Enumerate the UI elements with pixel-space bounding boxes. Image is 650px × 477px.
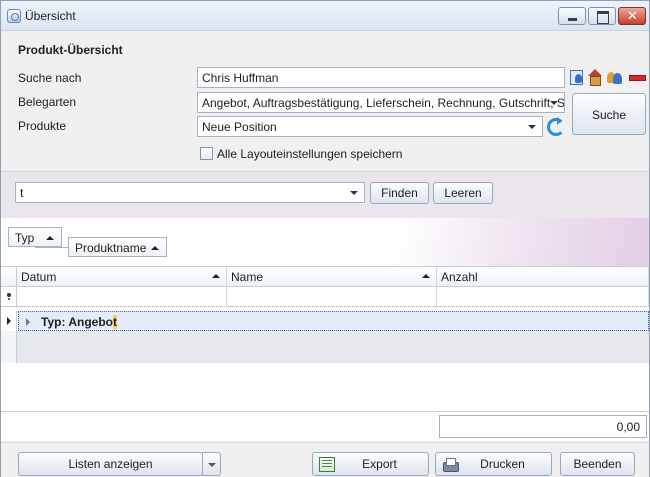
window: Übersicht Produkt-Übersicht Suche nach C… [0, 0, 650, 477]
belegarten-value: Angebot, Auftragsbestätigung, Liefersche… [202, 96, 565, 110]
sort-ascending-icon [151, 246, 159, 250]
save-layout-label: Alle Layouteinstellungen speichern [217, 147, 403, 161]
sort-ascending-icon [212, 274, 220, 278]
filter-cell-datum[interactable] [17, 287, 227, 307]
row-indicator-header [1, 267, 17, 287]
suche-nach-label: Suche nach [18, 71, 82, 85]
minimize-button[interactable] [558, 7, 586, 25]
filter-pin-icon [1, 287, 17, 307]
listen-anzeigen-button[interactable]: Listen anzeigen [18, 452, 203, 476]
group-chip-label: Typ [15, 231, 35, 245]
group-row-text: Typ: Angebo [41, 315, 113, 329]
save-layout-checkbox[interactable] [200, 147, 213, 160]
refresh-icon[interactable] [546, 117, 565, 136]
sort-ascending-icon [46, 236, 54, 240]
remove-icon[interactable] [629, 69, 646, 85]
column-label: Anzahl [441, 270, 478, 284]
search-highlight: t [113, 315, 117, 329]
filter-value: t [20, 186, 24, 200]
current-row-indicator-icon [1, 311, 17, 331]
group-chip-produktname[interactable]: Produktname [68, 237, 167, 257]
export-label: Export [362, 457, 397, 471]
column-label: Datum [21, 270, 57, 284]
beenden-button[interactable]: Beenden [560, 452, 635, 476]
drucken-label: Drucken [480, 457, 525, 471]
drucken-button[interactable]: Drucken [435, 452, 552, 476]
produkte-dropdown[interactable]: Neue Position [197, 116, 543, 137]
search-button[interactable]: Suche [572, 93, 646, 135]
column-header-anzahl[interactable]: Anzahl [437, 267, 649, 287]
window-title: Übersicht [25, 9, 76, 23]
app-icon [7, 9, 21, 23]
data-grid: Datum Name Anzahl Typ: Angebot [1, 266, 649, 411]
title-bar: Übersicht [1, 1, 649, 31]
maximize-button[interactable] [588, 7, 616, 25]
sort-ascending-icon [422, 274, 430, 278]
house-icon[interactable] [587, 69, 602, 86]
group-chip-typ[interactable]: Typ [8, 227, 62, 247]
filter-cell-anzahl[interactable] [437, 287, 649, 307]
filter-dropdown[interactable]: t [15, 182, 365, 203]
users-icon[interactable] [607, 69, 622, 85]
export-button[interactable]: Export [312, 452, 429, 476]
column-label: Name [231, 270, 264, 284]
belegarten-label: Belegarten [18, 95, 77, 109]
column-header-datum[interactable]: Datum [17, 267, 227, 287]
column-header-name[interactable]: Name [227, 267, 437, 287]
group-row-body[interactable]: Typ: Angebot [18, 311, 649, 331]
empty-row [1, 331, 649, 363]
row-indicator [1, 331, 17, 363]
produkte-label: Produkte [18, 119, 67, 133]
group-row[interactable]: Typ: Angebot [1, 311, 649, 331]
listen-dropdown-button[interactable] [202, 452, 221, 476]
chevron-down-icon[interactable] [550, 101, 558, 105]
contact-action-icons [569, 69, 649, 87]
printer-icon [442, 457, 459, 472]
filter-cell-name[interactable] [227, 287, 437, 307]
section-title: Produkt-Übersicht [18, 43, 123, 57]
expand-icon[interactable] [26, 318, 30, 326]
chevron-down-icon[interactable] [528, 125, 536, 129]
finden-button[interactable]: Finden [370, 182, 429, 204]
suche-nach-field[interactable]: Chris Huffman [197, 67, 565, 88]
contact-card-icon[interactable] [569, 69, 584, 85]
close-button[interactable] [618, 7, 646, 25]
group-chip-label: Produktname [75, 241, 147, 255]
chevron-down-icon[interactable] [350, 191, 358, 195]
produkte-value: Neue Position [202, 120, 277, 134]
grid-header: Datum Name Anzahl [1, 267, 649, 287]
leeren-button[interactable]: Leeren [433, 182, 493, 204]
total-value: 0,00 [439, 415, 647, 438]
excel-icon [319, 457, 335, 472]
grid-filter-row [1, 287, 649, 307]
group-connector [35, 247, 68, 248]
group-row-label: Typ: Angebot [41, 315, 117, 329]
belegarten-dropdown[interactable]: Angebot, Auftragsbestätigung, Liefersche… [197, 92, 565, 113]
